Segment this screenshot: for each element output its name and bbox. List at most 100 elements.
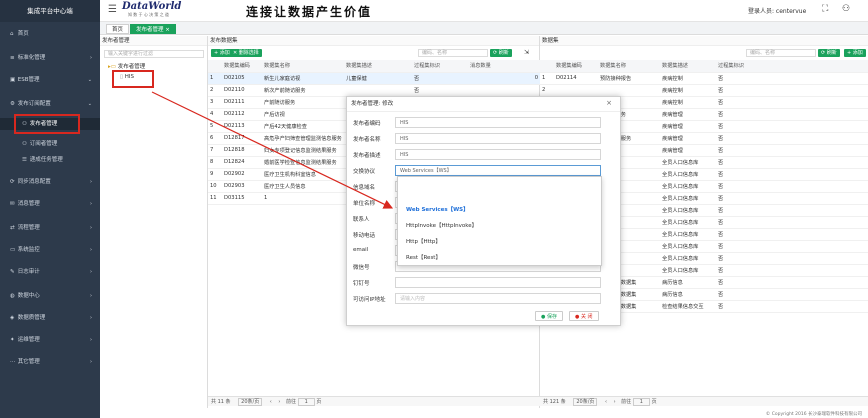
page-number-input[interactable]: 1 [297, 398, 315, 406]
refresh-button[interactable]: ⟳ 刷新 [490, 49, 512, 57]
sidebar-item-quality[interactable]: ◈ 数据质管理 › [0, 312, 100, 324]
sidebar-item-standard[interactable]: ≡ 标准化管理 › [0, 52, 100, 64]
page-size-select[interactable]: 20条/页 [573, 398, 598, 406]
close-button[interactable]: ● 关 闭 [569, 311, 599, 321]
close-icon[interactable]: × [606, 99, 612, 107]
chevron-right-icon: › [90, 269, 92, 275]
field-input[interactable]: HIS [395, 149, 601, 160]
column-header: 数据集描述 [660, 60, 716, 73]
add-button[interactable]: + 添加 [844, 49, 866, 57]
menu-toggle-icon[interactable]: ☰ [108, 4, 117, 15]
table-cell: D02114 [554, 72, 598, 85]
pager-total: 共 11 条 [211, 399, 231, 405]
save-label: 保存 [546, 314, 557, 320]
field-input[interactable]: HIS [395, 117, 601, 128]
table-cell: 5 [208, 120, 222, 133]
table-cell: 全员人口信息库 [660, 216, 716, 229]
sidebar: 集成平台中心端 ⌂ 首页 ≡ 标准化管理 › ▣ ESB管理 ⌄ ⚙ 发布订阅配置 ⌄… [0, 0, 100, 418]
table-cell: D02112 [222, 108, 262, 121]
table-cell: 全员人口信息库 [660, 192, 716, 205]
field-label: 交换协议 [353, 169, 376, 175]
sidebar-item-ops[interactable]: ✦ 运维管理 › [0, 334, 100, 346]
table-cell [344, 84, 412, 97]
dataset-search-input[interactable]: 编码、名称 [418, 49, 488, 57]
fullscreen-icon[interactable]: ⛶ [822, 4, 828, 14]
table-row[interactable]: 2 疾病控制否 [540, 84, 868, 97]
sidebar-item-label: 发布订阅配置 [17, 101, 51, 107]
table-row[interactable]: 1 D02105 新生儿家庭访视 儿童保健否 0 [208, 72, 540, 85]
close-label: 关 闭 [580, 314, 593, 320]
field-label: 信息域名 [353, 185, 376, 191]
delete-selected-button[interactable]: ✕ 删除选择 [230, 49, 262, 57]
table-cell: 产后42天健康检查 [262, 120, 344, 133]
dropdown-option-httpinvoke[interactable]: HttpInvoke【HttpInvoke】 [406, 221, 477, 229]
chevron-down-icon: ⌄ [87, 77, 92, 83]
dropdown-option-ws[interactable]: Web Services【WS】 [406, 205, 469, 213]
next-page-icon[interactable]: › [278, 399, 280, 405]
sidebar-item-data-center[interactable]: ◍ 数据中心 › [0, 290, 100, 302]
column-header: 数据集名称 [598, 60, 660, 73]
sidebar-item-label: 系统监控 [17, 247, 40, 253]
sidebar-item-message[interactable]: ✉ 消息管理 › [0, 198, 100, 210]
table-cell: 10 [208, 180, 222, 193]
logo-title: DataWorld [122, 1, 182, 12]
table-row[interactable]: 2 D02110 新次产前随访服务 否 [208, 84, 540, 97]
dropdown-option-rest[interactable]: Rest【Rest】 [406, 253, 441, 261]
tab-publisher[interactable]: 发布者管理 × [130, 24, 176, 34]
protocol-select[interactable]: Web Services【WS】 [395, 165, 601, 176]
column-header: 过程集标识 [412, 60, 468, 73]
field-input[interactable]: HIS [395, 133, 601, 144]
sidebar-item-sync[interactable]: ⟳ 同步消息配置 › [0, 176, 100, 188]
refresh-button[interactable]: ⟳ 刷新 [818, 49, 840, 57]
sidebar-item-label: 其它管理 [17, 359, 40, 365]
table-cell: 疾病管理 [660, 144, 716, 157]
pager-goto-label: 前往 [621, 399, 632, 405]
gear-icon: ⚙ [10, 101, 15, 107]
chevron-right-icon: › [90, 247, 92, 253]
field-input[interactable]: 请输入内容 [395, 293, 601, 304]
page-number-input[interactable]: 1 [632, 398, 650, 406]
column-header: 数据集名称 [262, 60, 344, 73]
sidebar-item-monitor[interactable]: ▭ 系统监控 › [0, 244, 100, 256]
table-header-row: 数据集编码 数据集名称 数据集描述 过程集标识 [540, 60, 868, 73]
save-button[interactable]: ● 保存 [535, 311, 563, 321]
table-cell: 疾病管理 [660, 108, 716, 121]
table-cell: 否 [716, 108, 868, 121]
sidebar-item-task[interactable]: ☰ 递成任务管理 [0, 154, 100, 166]
expand-icon[interactable]: ⇲ [524, 49, 529, 56]
sidebar-item-subscriber[interactable]: ⚇ 订阅者管理 [0, 138, 100, 150]
sidebar-item-pubsub-config[interactable]: ⚙ 发布订阅配置 ⌄ [0, 98, 100, 110]
tab-home[interactable]: 首页 [106, 24, 130, 34]
table-cell: D02903 [222, 180, 262, 193]
column-header: 数据集描述 [344, 60, 412, 73]
column-header: 数据集编码 [554, 60, 598, 73]
sidebar-item-home[interactable]: ⌂ 首页 [0, 28, 100, 40]
sidebar-item-esb[interactable]: ▣ ESB管理 ⌄ [0, 74, 100, 86]
sidebar-item-log[interactable]: ✎ 日志审计 › [0, 266, 100, 278]
page-size-select[interactable]: 20条/页 [238, 398, 263, 406]
dataset-search-input[interactable]: 编码、名称 [746, 49, 816, 57]
table-row[interactable]: 1 D02114 预防接种报告 疾病控制否 [540, 72, 868, 85]
monitor-icon: ▭ [10, 247, 16, 253]
task-icon: ☰ [22, 157, 27, 163]
table-cell: 疾病管理 [660, 120, 716, 133]
dialog-title: 发布者管理: 修改 [347, 97, 620, 112]
next-page-icon[interactable]: › [614, 399, 616, 405]
sidebar-item-flow[interactable]: ⇄ 流程管理 › [0, 222, 100, 234]
dropdown-option-http[interactable]: Http【Http】 [406, 237, 441, 245]
log-icon: ✎ [10, 269, 15, 275]
tree-filter-input[interactable]: 输入关键字进行过滤 [104, 50, 204, 58]
table-cell: D12824 [222, 156, 262, 169]
table-cell: D12817 [222, 132, 262, 145]
prev-page-icon[interactable]: ‹ [270, 399, 272, 405]
sidebar-item-label: 数据质管理 [17, 315, 46, 321]
field-input[interactable] [395, 277, 601, 288]
sidebar-item-other[interactable]: ⋯ 其它管理 › [0, 356, 100, 368]
table-cell: 否 [716, 132, 868, 145]
table-cell: D02111 [222, 96, 262, 109]
prev-page-icon[interactable]: ‹ [605, 399, 607, 405]
panel-title: 数据集 [540, 36, 868, 46]
field-label: 发布者描述 [353, 153, 381, 159]
user-menu-icon[interactable]: ⚇ [842, 4, 850, 14]
sidebar-item-label: ESB管理 [17, 77, 40, 83]
